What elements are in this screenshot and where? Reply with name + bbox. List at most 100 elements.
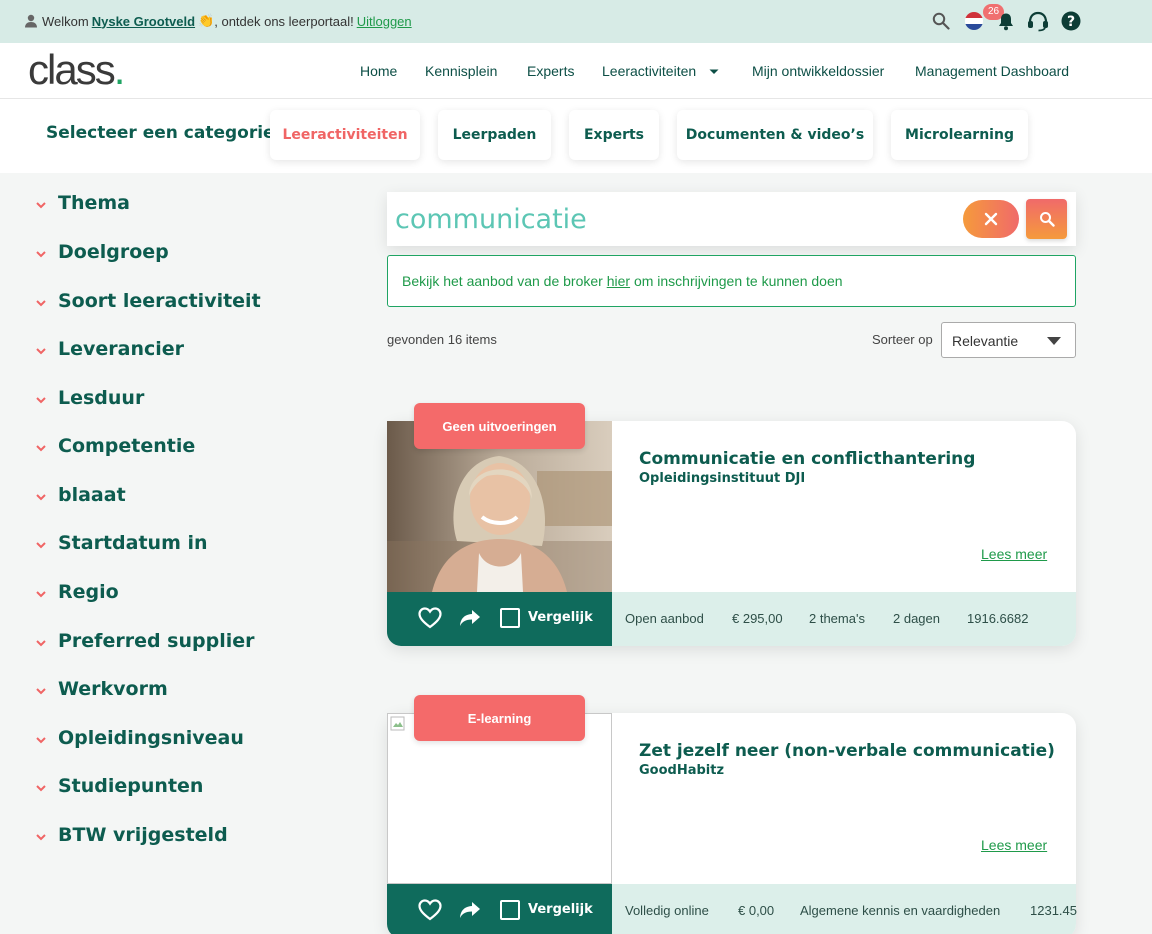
meta-price: € 0,00 [738, 903, 775, 918]
category-experts[interactable]: Experts [569, 110, 659, 160]
filter-label: Opleidingsniveau [58, 727, 244, 749]
filter-label: Startdatum in [58, 532, 208, 554]
chevron-down-icon[interactable] [708, 68, 720, 76]
filter-blaaat[interactable]: blaaat [34, 484, 126, 506]
broker-notice: Bekijk het aanbod van de broker hier om … [387, 255, 1076, 307]
user-icon [25, 14, 37, 28]
results-count: gevonden 16 items [387, 332, 497, 347]
meta-code: 1916.6682 [967, 611, 1029, 626]
status-tag: E-learning [414, 695, 585, 741]
nav-home[interactable]: Home [360, 63, 397, 79]
card-meta: Open aanbod € 295,00 2 thema's 2 dagen 1… [612, 592, 1076, 646]
chevron-down-icon [36, 834, 46, 841]
nav-management-dashboard[interactable]: Management Dashboard [915, 63, 1069, 79]
filter-label: Studiepunten [58, 775, 204, 797]
filter-preferred-supplier[interactable]: Preferred supplier [34, 630, 255, 652]
card-provider: GoodHabitz [639, 763, 725, 778]
filter-btw-vrijgesteld[interactable]: BTW vrijgesteld [34, 824, 228, 846]
filter-label: Preferred supplier [58, 630, 255, 652]
meta-code: 1231.45 [1030, 903, 1077, 918]
heart-icon[interactable] [418, 899, 442, 921]
share-icon[interactable] [458, 899, 482, 921]
filter-competentie[interactable]: Competentie [34, 435, 195, 457]
class-logo[interactable]: class. [28, 46, 125, 93]
category-leerpaden[interactable]: Leerpaden [438, 110, 551, 160]
compare-label: Vergelijk [528, 610, 593, 625]
filter-werkvorm[interactable]: Werkvorm [34, 678, 168, 700]
user-name-link[interactable]: Nyske Grootveld [92, 14, 195, 29]
read-more-link[interactable]: Lees meer [981, 546, 1047, 562]
help-icon[interactable]: ? [1061, 11, 1081, 31]
search-button[interactable] [1026, 199, 1067, 239]
broker-link[interactable]: hier [607, 273, 630, 289]
filter-label: Competentie [58, 435, 196, 457]
notice-text: Bekijk het aanbod van de broker [402, 273, 607, 289]
language-flag-icon[interactable] [964, 11, 984, 31]
result-card: Communicatie en conflicthantering Opleid… [387, 421, 1076, 646]
welcome-message: Welkom Nyske Grootveld 👏 , ontdek ons le… [24, 13, 412, 29]
chevron-down-icon [36, 591, 46, 598]
top-bar: Welkom Nyske Grootveld 👏 , ontdek ons le… [0, 0, 1152, 43]
sort-value: Relevantie [952, 333, 1019, 349]
compare-checkbox[interactable] [500, 900, 520, 920]
compare-label: Vergelijk [528, 902, 593, 917]
clear-search-button[interactable] [963, 200, 1019, 238]
sort-select[interactable]: Relevantie [941, 322, 1076, 358]
search-bar [387, 192, 1076, 246]
heart-icon[interactable] [418, 607, 442, 629]
filter-studiepunten[interactable]: Studiepunten [34, 775, 203, 797]
share-icon[interactable] [458, 607, 482, 629]
meta-delivery: Open aanbod [625, 611, 704, 626]
filter-label: Leverancier [58, 338, 185, 360]
filter-lesduur[interactable]: Lesduur [34, 387, 144, 409]
logo-text: class [28, 46, 116, 93]
chevron-down-icon [36, 640, 46, 647]
filter-doelgroep[interactable]: Doelgroep [34, 241, 169, 263]
chevron-down-icon [36, 397, 46, 404]
notice-text-end: om inschrijvingen te kunnen doen [630, 273, 843, 289]
logout-link[interactable]: Uitloggen [357, 14, 412, 29]
compare-checkbox[interactable] [500, 608, 520, 628]
filter-thema[interactable]: Thema [34, 192, 130, 214]
nav-kennisplein[interactable]: Kennisplein [425, 63, 497, 79]
meta-delivery: Volledig online [625, 903, 709, 918]
chevron-down-icon [36, 300, 46, 307]
chevron-down-icon [36, 445, 46, 452]
nav-experts[interactable]: Experts [527, 63, 574, 79]
meta-themes: Algemene kennis en vaardigheden [800, 903, 1001, 918]
card-title[interactable]: Communicatie en conflicthantering [639, 449, 975, 469]
nav-leeractiviteiten[interactable]: Leeractiviteiten [602, 63, 696, 79]
filter-startdatum-in[interactable]: Startdatum in [34, 532, 208, 554]
meta-themes: 2 thema's [809, 611, 865, 626]
status-tag: Geen uitvoeringen [414, 403, 585, 449]
category-selector: Selecteer een categorie Leeractiviteiten… [0, 99, 1152, 173]
welcome-prefix: Welkom [42, 13, 89, 29]
category-documenten-videos[interactable]: Documenten & video’s [677, 110, 873, 160]
welcome-suffix: , ontdek ons leerportaal! [214, 13, 354, 29]
bell-icon[interactable] [997, 12, 1015, 31]
search-icon[interactable] [932, 12, 950, 30]
chevron-down-icon [36, 494, 46, 501]
read-more-link[interactable]: Lees meer [981, 837, 1047, 853]
search-icon [1039, 212, 1055, 227]
card-meta: Volledig online € 0,00 Algemene kennis e… [612, 884, 1077, 934]
svg-text:?: ? [1067, 14, 1075, 30]
wave-icon: 👏 [198, 13, 215, 28]
support-headset-icon[interactable] [1026, 10, 1050, 32]
chevron-down-icon [36, 542, 46, 549]
filter-opleidingsniveau[interactable]: Opleidingsniveau [34, 727, 244, 749]
filter-soort-leeractiviteit[interactable]: Soort leeractiviteit [34, 290, 261, 312]
nav-mijn-ontwikkeldossier[interactable]: Mijn ontwikkeldossier [752, 63, 884, 79]
filter-leverancier[interactable]: Leverancier [34, 338, 184, 360]
chevron-down-icon [36, 202, 46, 209]
card-actions: Vergelijk [387, 592, 612, 646]
meta-price: € 295,00 [732, 611, 783, 626]
search-input[interactable] [395, 200, 955, 238]
card-title[interactable]: Zet jezelf neer (non-verbale communicati… [639, 741, 1055, 761]
category-microlearning[interactable]: Microlearning [891, 110, 1028, 160]
card-actions: Vergelijk [387, 884, 612, 934]
sort-label: Sorteer op [872, 332, 933, 347]
category-leeractiviteiten[interactable]: Leeractiviteiten [270, 110, 420, 160]
filter-label: Regio [58, 581, 119, 603]
filter-regio[interactable]: Regio [34, 581, 119, 603]
